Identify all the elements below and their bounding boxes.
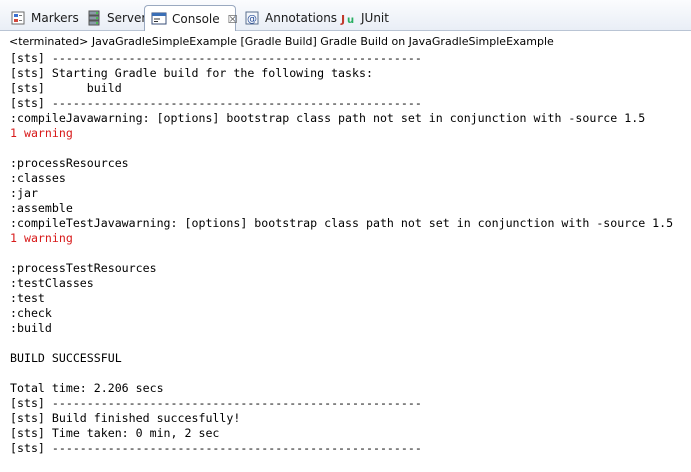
console-line: :build [10, 321, 52, 335]
tab-console[interactable]: Console ☒ [144, 5, 238, 32]
console-line: :compileJavawarning: [options] bootstrap… [10, 111, 646, 125]
tab-servers[interactable]: Servers [80, 5, 153, 31]
console-icon [151, 11, 167, 27]
tab-junit[interactable]: J u JUnit [334, 5, 394, 31]
console-line: [sts] ----------------------------------… [10, 96, 422, 110]
tab-annotations[interactable]: @ Annotations [238, 5, 338, 31]
console-line: :classes [10, 171, 66, 185]
console-line: [sts] build [10, 81, 122, 95]
close-icon[interactable]: ☒ [228, 14, 238, 25]
tab-markers[interactable]: Markers [4, 5, 80, 31]
tab-label: Annotations [265, 11, 338, 25]
console-line: :jar [10, 186, 38, 200]
console-line: :compileTestJavawarning: [options] boots… [10, 216, 674, 230]
console-title: <terminated> JavaGradleSimpleExample [Gr… [0, 31, 691, 51]
console-line: BUILD SUCCESSFUL [10, 351, 122, 365]
svg-text:u: u [347, 15, 354, 26]
console-line: [sts] Starting Gradle build for the foll… [10, 66, 373, 80]
console-line: [sts] ----------------------------------… [10, 396, 422, 410]
console-line: :testClasses [10, 276, 94, 290]
console-output[interactable]: [sts] ----------------------------------… [0, 51, 691, 472]
console-line: Total time: 2.206 secs [10, 381, 164, 395]
console-line: 1 warning [10, 231, 73, 245]
tab-label: Console [172, 12, 220, 26]
console-line: :test [10, 291, 45, 305]
svg-text:J: J [340, 13, 345, 26]
console-line: :check [10, 306, 52, 320]
console-line: [sts] Time taken: 0 min, 2 sec [10, 426, 220, 440]
svg-text:@: @ [247, 14, 257, 25]
tab-label: JUnit [361, 11, 389, 25]
markers-icon [10, 10, 26, 26]
console-line: :processResources [10, 156, 129, 170]
tab-label: Markers [31, 11, 79, 25]
view-tab-bar: Markers Servers Console ☒ @ Annotations … [0, 0, 691, 32]
annotations-icon: @ [244, 10, 260, 26]
console-line: [sts] ----------------------------------… [10, 51, 422, 65]
junit-icon: J u [340, 10, 356, 26]
console-line: [sts] ----------------------------------… [10, 441, 422, 455]
console-line: [sts] Build finished succesfully! [10, 411, 241, 425]
console-line: :processTestResources [10, 261, 157, 275]
console-line: 1 warning [10, 126, 73, 140]
console-line: :assemble [10, 201, 73, 215]
servers-icon [86, 10, 102, 26]
